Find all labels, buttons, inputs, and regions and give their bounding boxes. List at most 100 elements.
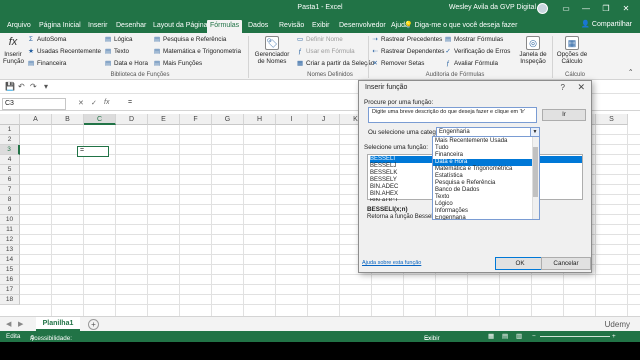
list-item[interactable]: Tudo: [433, 145, 533, 152]
remove-arrows-button[interactable]: ✕ Remover Setas: [371, 60, 424, 68]
chevron-down-icon[interactable]: ▼: [530, 128, 539, 136]
list-item[interactable]: Data e Hora: [433, 159, 533, 166]
row-header[interactable]: 6: [0, 175, 20, 185]
tell-me-search[interactable]: 💡 Diga-me o que você deseja fazer: [404, 20, 534, 31]
row-header[interactable]: 17: [0, 285, 20, 295]
datetime-button[interactable]: ▤ Data e Hora: [104, 60, 148, 68]
undo-icon[interactable]: ↶: [18, 82, 25, 91]
trace-precedents-button[interactable]: ⇢ Rastrear Precedentes: [371, 36, 442, 44]
show-formulas-button[interactable]: ▤ Mostrar Fórmulas: [444, 36, 503, 44]
search-function-input[interactable]: Digite uma breve descrição do que deseja…: [368, 107, 537, 123]
row-header[interactable]: 1: [0, 125, 20, 135]
select-all[interactable]: [0, 114, 20, 125]
lookup-button[interactable]: ▤ Pesquisa e Referência: [153, 36, 226, 44]
row-header[interactable]: 11: [0, 225, 20, 235]
ribbon-display-icon[interactable]: ▭: [558, 2, 574, 16]
list-item[interactable]: Pesquisa e Referência: [433, 180, 533, 187]
column-header[interactable]: J: [308, 114, 340, 125]
page-break-icon[interactable]: ▥: [516, 333, 522, 340]
sheet-tab-planilha1[interactable]: Planilha1: [36, 317, 80, 331]
add-sheet-icon[interactable]: +: [88, 319, 99, 330]
cancel-button[interactable]: Cancelar: [541, 257, 591, 270]
error-checking-button[interactable]: ✓ Verificação de Erros: [444, 48, 510, 56]
tab-arquivo[interactable]: Arquivo: [4, 20, 34, 33]
list-item[interactable]: BESSELK: [370, 170, 430, 177]
tab-desenhar[interactable]: Desenhar: [113, 20, 149, 33]
share-button[interactable]: 👤 Compartilhar: [581, 20, 632, 28]
row-header[interactable]: 18: [0, 295, 20, 305]
column-header[interactable]: F: [180, 114, 212, 125]
help-link[interactable]: Ajuda sobre esta função: [362, 260, 421, 266]
maximize-icon[interactable]: ❐: [598, 2, 614, 16]
avatar[interactable]: [537, 3, 548, 14]
column-header[interactable]: B: [52, 114, 84, 125]
column-header[interactable]: S: [596, 114, 628, 125]
trace-dependents-button[interactable]: ⇠ Rastrear Dependentes: [371, 48, 444, 56]
column-header[interactable]: D: [116, 114, 148, 125]
calc-options-button[interactable]: ▦ Opções de Cálculo: [555, 36, 589, 65]
row-header[interactable]: 12: [0, 235, 20, 245]
row-header[interactable]: 13: [0, 245, 20, 255]
name-manager-button[interactable]: 🏷 Gerenciador de Nomes: [252, 36, 292, 65]
row-header[interactable]: 7: [0, 185, 20, 195]
row-header[interactable]: 16: [0, 275, 20, 285]
recent-button[interactable]: ★ Usadas Recentemente: [27, 48, 101, 56]
ok-button[interactable]: OK: [495, 257, 545, 270]
row-header[interactable]: 4: [0, 155, 20, 165]
user-name[interactable]: Wesley Avila da GVP Digital: [449, 4, 536, 11]
list-item[interactable]: Matemática e Trigonométrica: [433, 166, 533, 173]
tab-formulas[interactable]: Fórmulas: [207, 20, 243, 33]
save-icon[interactable]: 💾: [5, 82, 15, 91]
row-header[interactable]: 9: [0, 205, 20, 215]
formula-input[interactable]: =: [128, 99, 132, 106]
tab-exibir[interactable]: Exibir: [309, 20, 333, 33]
zoom-slider[interactable]: [540, 336, 610, 337]
active-cell[interactable]: =: [77, 146, 109, 157]
minimize-icon[interactable]: —: [578, 2, 594, 16]
column-header[interactable]: A: [20, 114, 52, 125]
help-icon[interactable]: ?: [561, 83, 565, 92]
column-header[interactable]: C: [84, 114, 116, 125]
insert-function-button[interactable]: fx Inserir Função: [3, 36, 24, 65]
evaluate-formula-button[interactable]: ƒ Avaliar Fórmula: [444, 60, 498, 68]
tab-inserir[interactable]: Inserir: [85, 20, 110, 33]
define-name-button[interactable]: ▭ Definir Nome: [296, 36, 343, 44]
financial-button[interactable]: ▤ Financeira: [27, 60, 66, 68]
scrollbar-thumb[interactable]: [533, 147, 538, 197]
tab-desenvolvedor[interactable]: Desenvolvedor: [336, 20, 389, 33]
page-layout-icon[interactable]: ▤: [502, 333, 508, 340]
tab-layout[interactable]: Layout da Página: [150, 20, 211, 33]
row-header[interactable]: 10: [0, 215, 20, 225]
collapse-ribbon-icon[interactable]: ⌃: [628, 69, 633, 77]
go-button[interactable]: Ir: [542, 109, 586, 121]
row-header[interactable]: 2: [0, 135, 20, 145]
prev-sheet-icon[interactable]: ◀: [6, 320, 11, 328]
list-item[interactable]: BIN.AHEX: [370, 191, 430, 198]
normal-view-icon[interactable]: ▦: [488, 333, 494, 340]
close-icon[interactable]: ✕: [577, 82, 585, 93]
watch-window-button[interactable]: ◎ Janela de Inspeção: [516, 36, 550, 65]
row-header[interactable]: 5: [0, 165, 20, 175]
tab-pagina-inicial[interactable]: Página Inicial: [36, 20, 84, 33]
tab-dados[interactable]: Dados: [245, 20, 271, 33]
list-item[interactable]: Estatística: [433, 173, 533, 180]
row-header[interactable]: 3: [0, 145, 20, 155]
list-item[interactable]: BESSELJ: [370, 163, 430, 170]
text-button[interactable]: ▤ Texto: [104, 48, 129, 56]
math-button[interactable]: ▤ Matemática e Trigonometria: [153, 48, 241, 56]
column-header[interactable]: G: [212, 114, 244, 125]
customize-qat-icon[interactable]: ▾: [44, 82, 48, 91]
list-item[interactable]: Informações: [433, 208, 533, 215]
autosum-button[interactable]: Σ AutoSoma: [27, 36, 66, 44]
column-header[interactable]: H: [244, 114, 276, 125]
zoom-out-icon[interactable]: −: [532, 333, 536, 340]
fx-icon[interactable]: fx: [104, 99, 109, 106]
row-header[interactable]: 15: [0, 265, 20, 275]
column-header[interactable]: E: [148, 114, 180, 125]
list-item[interactable]: Financeira: [433, 152, 533, 159]
more-functions-button[interactable]: ▤ Mais Funções: [153, 60, 202, 68]
cancel-icon[interactable]: ✕: [78, 99, 84, 107]
create-from-selection-button[interactable]: ▦ Criar a partir da Seleção: [296, 60, 374, 68]
list-item[interactable]: Mais Recentemente Usada: [433, 138, 533, 145]
logical-button[interactable]: ▤ Lógica: [104, 36, 133, 44]
